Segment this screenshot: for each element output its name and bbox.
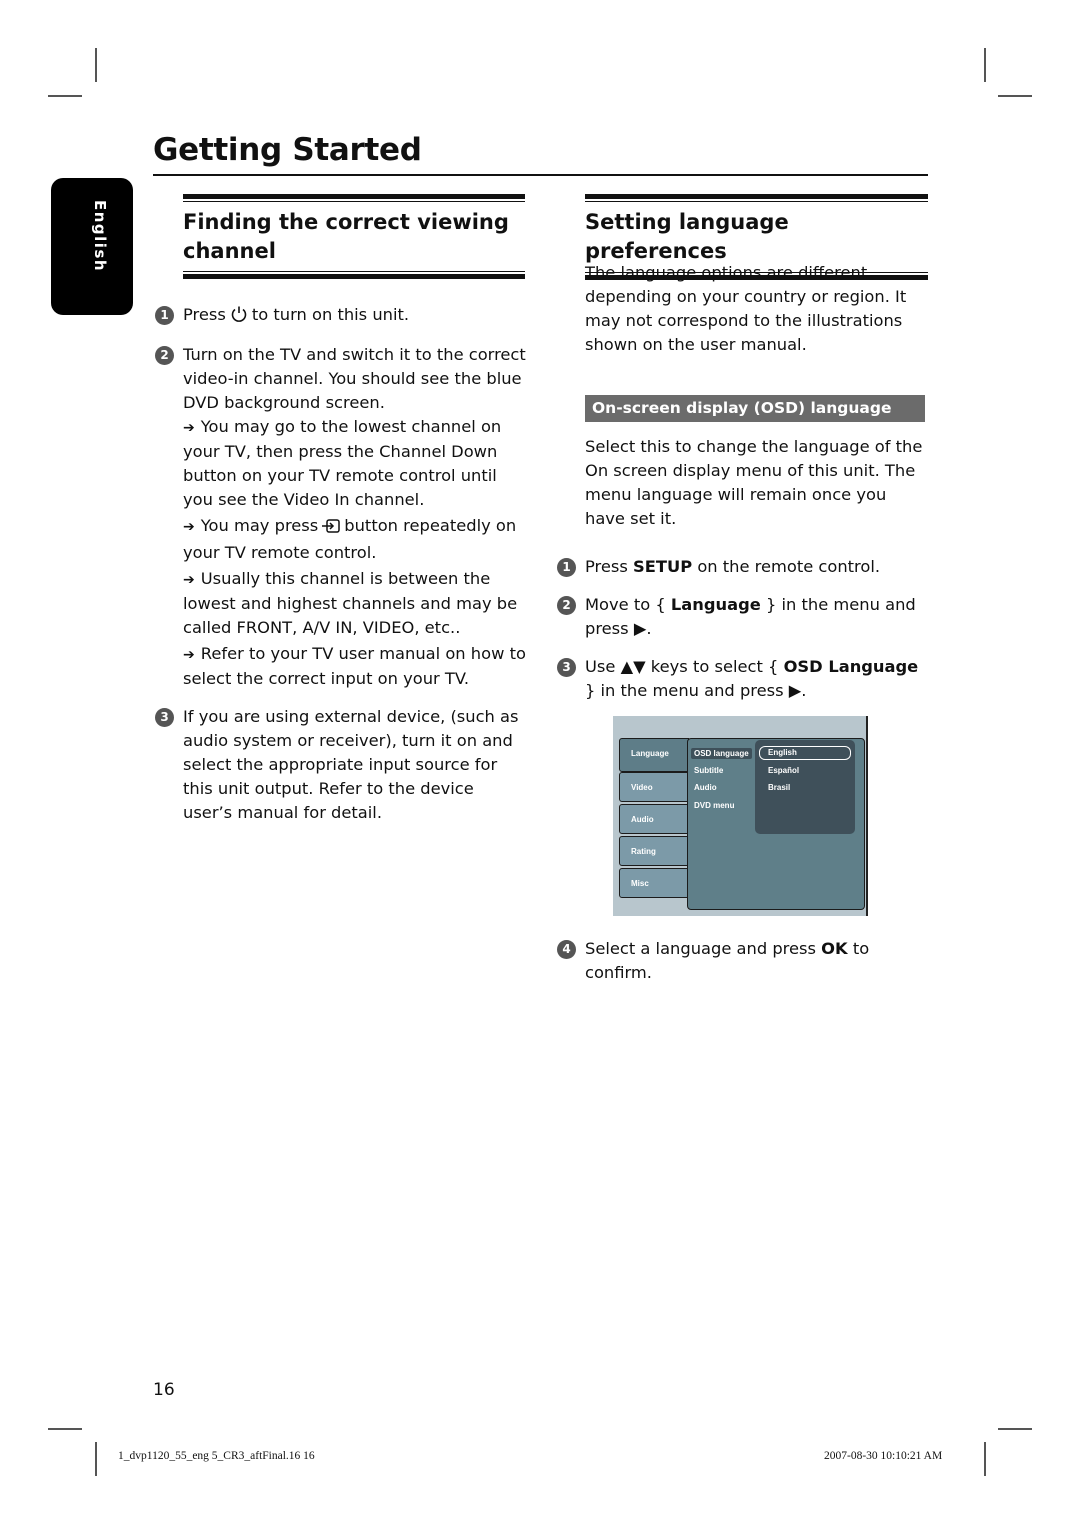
osd-tab-language: Language <box>619 738 689 772</box>
arrow-icon: ➔ <box>183 647 195 663</box>
crop-mark <box>48 1428 82 1430</box>
step-3: 3 Use ▲▼ keys to select { OSD Language }… <box>555 655 925 703</box>
osd-item-osd-language: OSD language <box>691 748 752 759</box>
osd-tab-misc: Misc <box>619 868 689 898</box>
step-badge: 3 <box>155 708 174 727</box>
crop-mark <box>984 48 986 82</box>
osd-tab-video: Video <box>619 772 689 802</box>
step-1: 1 Press SETUP on the remote control. <box>555 555 925 579</box>
step-2: 2 Move to { Language } in the menu and p… <box>555 593 925 641</box>
note: ➔ You may go to the lowest channel on you… <box>183 417 502 509</box>
crop-mark <box>998 1428 1032 1430</box>
crop-mark <box>95 48 97 82</box>
title-rule <box>153 174 928 176</box>
step-badge: 4 <box>557 940 576 959</box>
step-badge: 3 <box>557 658 576 677</box>
footer-filename: 1_dvp1120_55_eng 5_CR3_aftFinal.16 16 <box>118 1450 315 1462</box>
page-title: Getting Started <box>153 132 422 168</box>
note: ➔ Refer to your TV user manual on how to … <box>183 644 526 688</box>
osd-description: Select this to change the language of th… <box>585 437 923 528</box>
osd-tab-audio: Audio <box>619 804 689 834</box>
power-icon <box>230 305 248 330</box>
language-tab: English <box>51 178 133 315</box>
crop-mark <box>984 1442 986 1476</box>
arrow-icon: ➔ <box>183 572 195 588</box>
step-2: 2 Turn on the TV and switch it to the co… <box>153 343 528 415</box>
input-source-icon <box>321 517 341 541</box>
osd-option-english: English <box>759 746 851 760</box>
left-column: 1 Press to turn on this unit. 2 Turn on t… <box>153 303 528 825</box>
osd-menu-illustration: Language Video Audio Rating Misc OSD lan… <box>613 716 868 916</box>
note: ➔ Usually this channel is between the low… <box>183 569 518 637</box>
section-title: Finding the correct viewing channel <box>183 210 509 263</box>
osd-option-espanol: Español <box>768 766 800 775</box>
osd-item-subtitle: Subtitle <box>694 766 724 775</box>
page-number: 16 <box>153 1380 175 1400</box>
crop-mark <box>48 95 82 97</box>
step-badge: 2 <box>155 346 174 365</box>
language-tab-label: English <box>91 200 109 273</box>
step-badge: 2 <box>557 596 576 615</box>
arrow-icon: ➔ <box>183 420 195 436</box>
note: ➔ You may press button repeatedly on your … <box>183 516 517 562</box>
osd-item-audio: Audio <box>694 783 717 792</box>
crop-mark <box>998 95 1032 97</box>
step-badge: 1 <box>155 306 174 325</box>
osd-option-brasil: Brasil <box>768 783 791 792</box>
osd-tab-rating: Rating <box>619 836 689 866</box>
right-steps: 1 Press SETUP on the remote control. 2 M… <box>555 555 925 703</box>
step-1: 1 Press to turn on this unit. <box>153 303 528 330</box>
section-heading-viewing-channel: Finding the correct viewing channel <box>183 194 525 279</box>
step-badge: 1 <box>557 558 576 577</box>
step-3: 3 If you are using external device, (suc… <box>153 705 528 825</box>
step-4: 4 Select a language and press OK to conf… <box>555 937 925 985</box>
subheading-osd-language: On-screen display (OSD) language <box>585 395 925 422</box>
crop-mark <box>95 1442 97 1476</box>
osd-options-box: English Español Brasil <box>755 740 855 834</box>
footer-timestamp: 2007-08-30 10:10:21 AM <box>824 1450 943 1462</box>
osd-item-dvd-menu: DVD menu <box>694 801 735 810</box>
intro-text: The language options are different depen… <box>585 263 907 354</box>
arrow-icon: ➔ <box>183 519 195 535</box>
right-step-4: 4 Select a language and press OK to conf… <box>555 937 925 985</box>
